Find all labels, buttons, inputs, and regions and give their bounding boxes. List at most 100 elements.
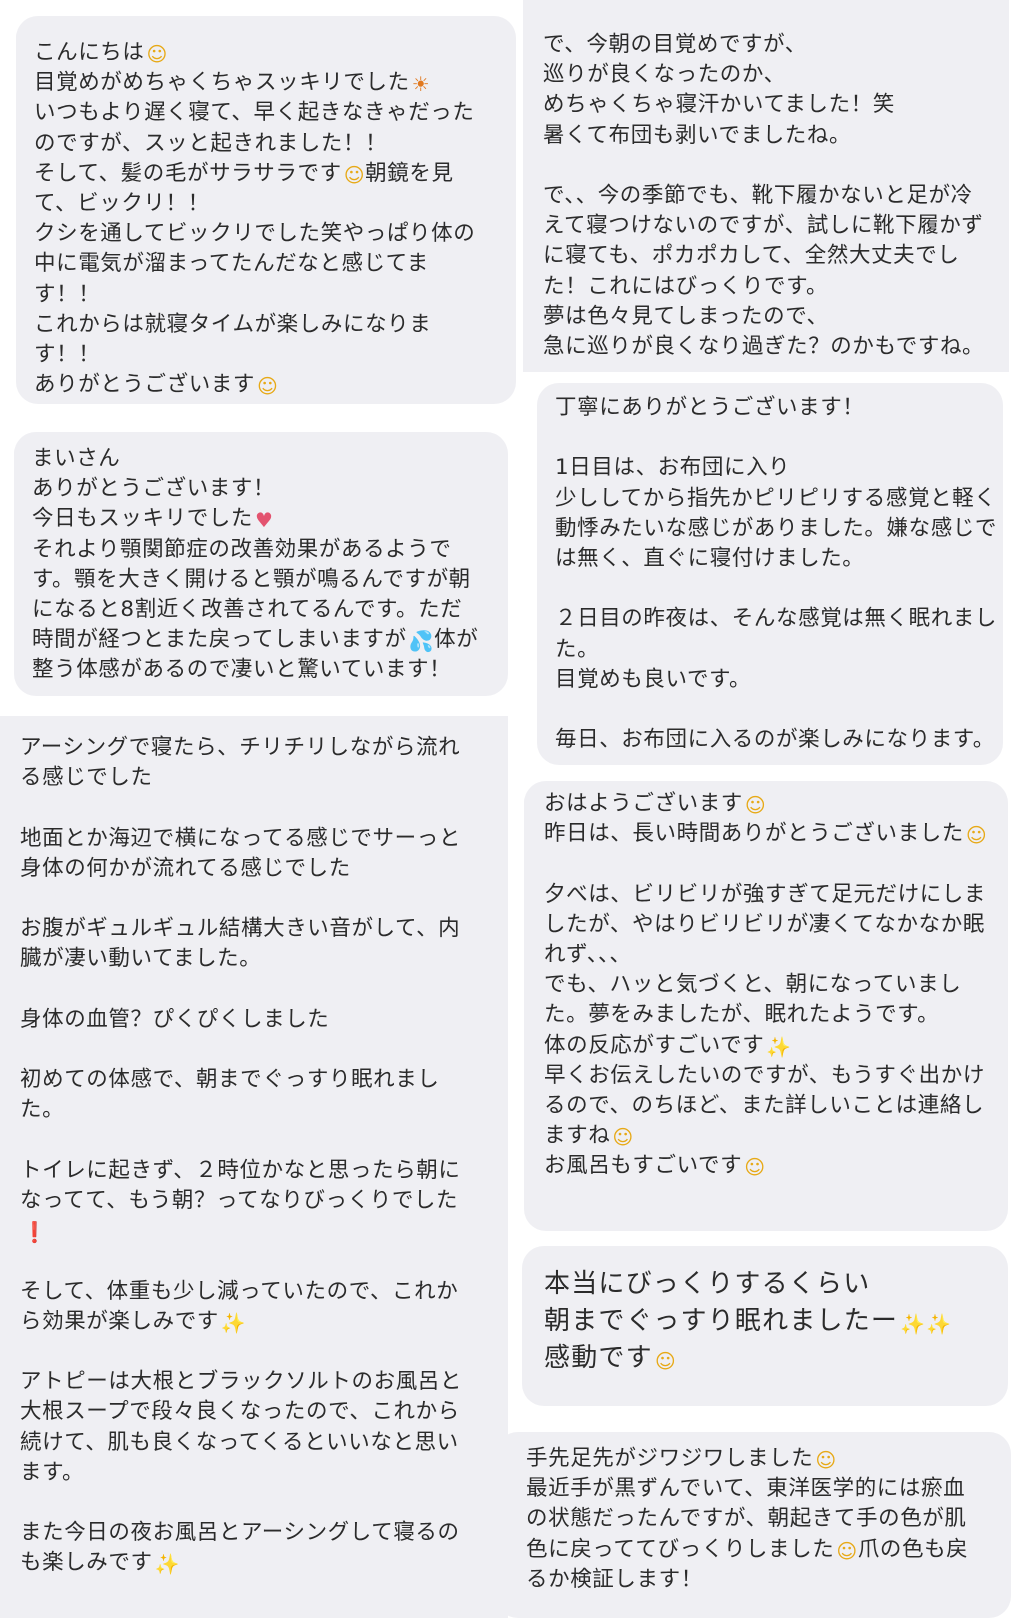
message-line-text: 目覚めがめちゃくちゃスッキリでした — [34, 70, 410, 96]
message-line-text: す。顎を大きく開けると顎が鳴るんですが朝 — [32, 566, 471, 592]
message-line: は無く、直ぐに寝付けました。 — [555, 544, 985, 574]
message-line: れず、、、 — [544, 940, 992, 970]
message-line: た！これにはびっくりです。 — [543, 272, 989, 302]
message-line: 臓が凄い動いてました。 — [20, 944, 488, 974]
message-line-text: 手先足先がジワジワしました — [526, 1446, 814, 1471]
message-line-text: た。 — [555, 636, 600, 662]
message-line: こんにちは ☺ — [34, 38, 498, 68]
message-3-body: まいさん ありがとうございます！ 今日もスッキリでした ♥ それより顎関節症の改善効果が… — [32, 444, 490, 686]
message-line: す！！ — [34, 340, 498, 370]
message-line-text: 臓が凄い動いてました。 — [20, 946, 262, 972]
message-line-text: そして、体重も少し減っていたので、これか — [20, 1278, 459, 1304]
message-line: ありがとうございます ☺ — [34, 370, 498, 400]
message-line-text: お風呂もすごいです — [544, 1153, 743, 1179]
message-line: 早くお伝えしたいのですが、もうすぐ出かけ — [544, 1061, 992, 1091]
message-line-text: た！これにはびっくりです。 — [543, 273, 829, 299]
message-line: これからは就寝タイムが楽しみになりま — [34, 310, 498, 340]
emoji-icon: ☺ — [836, 1538, 858, 1563]
message-line: た。 — [20, 1095, 488, 1125]
message-line: 朝までぐっすり眠れましたー ✨✨ — [544, 1303, 988, 1340]
emoji-icon: ☺ — [343, 162, 366, 187]
message-line: 目覚めも良いです。 — [555, 665, 985, 695]
message-line: 最近手が黒ずんでいて、東洋医学的には瘀血 — [526, 1474, 993, 1504]
message-line: ありがとうございます！ — [32, 474, 490, 504]
message-line-text: 続けて、肌も良くなってくるといいなと思い — [20, 1429, 459, 1455]
message-line: て、ビックリ！！ — [34, 189, 498, 219]
emoji-icon: ☺ — [744, 793, 767, 817]
message-line: のですが、スッと起きれました！！ — [34, 129, 498, 159]
message-line-text-after: 体が — [434, 627, 479, 653]
message-line-text: 巡りが良くなったのか、 — [543, 62, 786, 88]
message-line: ら効果が楽しみです ✨ — [20, 1307, 488, 1337]
message-line-text: は無く、直ぐに寝付けました。 — [555, 546, 865, 571]
message-line: 暑くて布団も剥いでましたね。 — [543, 121, 989, 151]
message-line-text: 整う体感があるので凄いと驚いています！ — [32, 657, 452, 683]
message-line-text: るか検証します！ — [526, 1566, 703, 1592]
message-line-text: こんにちは — [34, 40, 145, 65]
message-line-text: 初めての体感で、朝までぐっすり眠れまし — [20, 1067, 440, 1093]
message-line: 巡りが良くなったのか、 — [543, 60, 989, 90]
message-line: おはようございます ☺ — [544, 789, 992, 819]
chat-message-2: で、今朝の目覚めですが、 巡りが良くなったのか、 めちゃくちゃ寝汗かいてました！笑暑… — [523, 0, 1009, 372]
message-line: ます。 — [20, 1458, 488, 1488]
message-line: めちゃくちゃ寝汗かいてました！笑 — [543, 90, 989, 120]
emoji-icon: ☺ — [146, 42, 168, 66]
message-line-text: 最近手が黒ずんでいて、東洋医学的には瘀血 — [526, 1476, 966, 1502]
message-line: るか検証します！ — [526, 1565, 993, 1595]
message-line-text: 1日目は、お布団に入り — [555, 455, 791, 481]
chat-message-6: おはようございます ☺ 昨日は、長い時間ありがとうございました ☺ 夕べは、ビリビリが強… — [524, 781, 1008, 1231]
message-line-text: そして、髪の毛がサラサラです — [34, 160, 342, 186]
message-line: したが、やはりビリビリが凄くてなかなか眠 — [544, 910, 992, 940]
message-line-text: 身体の何かが流れてる感じでした — [20, 855, 351, 881]
message-line: 1日目は、お布団に入り — [555, 453, 985, 483]
message-7-cutoff-text: ▔ ▔ ▔ ▔ ▔ ▔ ▔ ▔ — [544, 1390, 780, 1405]
message-line: なってて、もう朝？ってなりびっくりでした — [20, 1186, 488, 1216]
message-line-text: ２日目の昨夜は、そんな感覚は無く眠れまし — [555, 606, 998, 632]
message-line-text: えて寝つけないのですが、試しに靴下履かず — [543, 213, 984, 239]
emoji-icon: ✨ — [154, 1552, 181, 1577]
message-line-text: のですが、スッと起きれました！！ — [34, 130, 388, 156]
message-line: アトピーは大根とブラックソルトのお風呂と — [20, 1367, 488, 1397]
message-line: 体の反応がすごいです ✨ — [544, 1031, 992, 1061]
message-line-text-after: 朝鏡を見 — [365, 160, 454, 186]
message-line-text: るので、のちほど、また詳しいことは連絡し — [544, 1093, 985, 1119]
message-line: ２日目の昨夜は、そんな感覚は無く眠れまし — [555, 604, 996, 634]
message-line-text: ありがとうございます！ — [32, 476, 276, 502]
message-line: るので、のちほど、また詳しいことは連絡し — [544, 1091, 992, 1121]
message-line-text: 色に戻っててびっくりしました — [526, 1536, 835, 1562]
chat-message-1: こんにちは ☺ 目覚めがめちゃくちゃスッキリでした ☀ いつもより遅く寝て、早く起きなき… — [16, 16, 516, 404]
message-line: クシを通してビックリでした笑やっぱり体の — [34, 219, 498, 249]
message-line: 少ししてから指先かピリピリする感覚と軽く — [555, 484, 996, 514]
message-4-body: 丁寧にありがとうございます！ 1日目は、お布団に入り 少ししてから指先かピリピリする… — [555, 393, 996, 755]
message-line-text: ありがとうございます — [34, 372, 256, 398]
message-line: また今日の夜お風呂とアーシングして寝るの — [20, 1518, 488, 1548]
message-line: で、、今の季節でも、靴下履かないと足が冷 — [543, 181, 989, 211]
message-line-text: 時間が経つとまた戻ってしまいますが — [32, 627, 407, 653]
message-line: 感動です ☺ — [544, 1340, 988, 1377]
message-line-text: れず、、、 — [544, 942, 632, 967]
emoji-icon: ❗ — [22, 1220, 48, 1245]
message-line: の状態だったんですが、朝起きて手の色が肌 — [526, 1504, 993, 1534]
message-line: 毎日、お布団に入るのが楽しみになります。 — [555, 725, 994, 755]
message-line-text: 地面とか海辺で横になってる感じでサーっと — [20, 825, 461, 851]
message-5-body: アーシングで寝たら、チリチリしながら流れ る感じでした 地面とか海辺で横になってる感… — [20, 733, 488, 1579]
emoji-icon: ☀ — [411, 72, 431, 97]
chat-message-5: アーシングで寝たら、チリチリしながら流れ る感じでした 地面とか海辺で横になってる感… — [0, 716, 508, 1618]
message-line: 本当にびっくりするくらい — [544, 1266, 988, 1303]
message-line-text: アトピーは大根とブラックソルトのお風呂と — [20, 1369, 463, 1395]
message-line-text: 感動です — [544, 1343, 653, 1373]
message-line-text: 動悸みたいな感じがありました。嫌な感じで — [555, 515, 998, 541]
emoji-icon: ☺ — [654, 1349, 677, 1373]
message-line: ❗ — [20, 1216, 488, 1246]
message-line: 身体の血管？ぴくぴくしました — [20, 1005, 488, 1035]
emoji-icon: ♥ — [255, 508, 274, 533]
message-line: る感じでした — [20, 763, 488, 793]
message-line-text: る感じでした — [20, 765, 153, 791]
